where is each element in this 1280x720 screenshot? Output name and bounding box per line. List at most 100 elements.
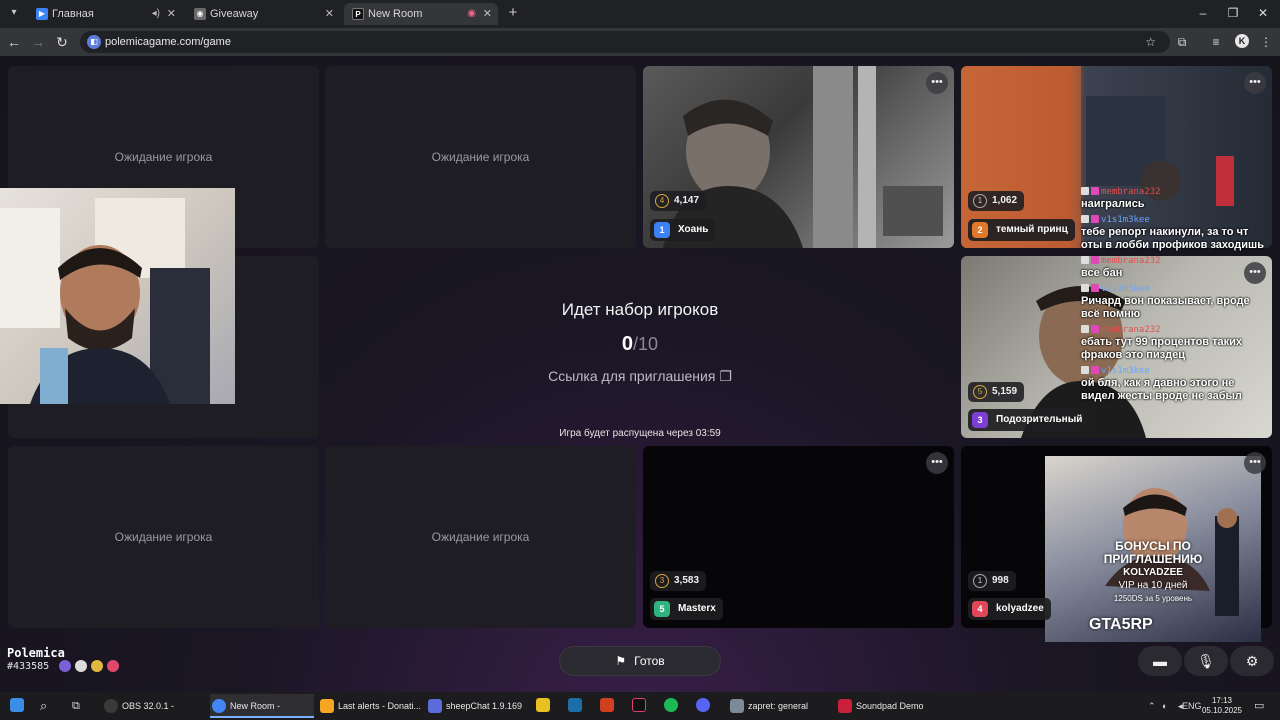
clock[interactable]: 17:13 05.10.2025 (1200, 696, 1244, 716)
player-4-more-button[interactable]: ••• (1244, 452, 1266, 474)
browser-menu-icon[interactable]: ⋮ (1258, 33, 1274, 51)
player-3-score: 5 5,159 (968, 382, 1025, 402)
score-value: 4,147 (674, 195, 700, 206)
player-number: 2 (972, 222, 988, 238)
badge-icon (1081, 256, 1089, 264)
spotify-icon[interactable] (664, 698, 678, 712)
chat-username: v1s1m3kee (1081, 214, 1267, 226)
clock-time: 17:13 (1211, 696, 1233, 705)
invite-link-button[interactable]: Ссылка для приглашения ❐ (520, 368, 760, 385)
rank-icon: 1 (973, 574, 987, 588)
flag-icon: ⚑ (615, 654, 627, 668)
heart-badge-icon (107, 660, 119, 672)
player-2-more-button[interactable]: ••• (1244, 72, 1266, 94)
chat-username: v1s1m3kee (1081, 365, 1267, 377)
new-tab-button[interactable]: + (506, 4, 520, 22)
tab-new-room[interactable]: P New Room ◉ ✕ (344, 3, 498, 25)
player-5-nametag[interactable]: 5 Masterx (650, 598, 723, 620)
discord-icon: ◉ (194, 8, 206, 20)
settings-button[interactable]: ⚙ (1230, 646, 1274, 676)
close-tab-icon[interactable]: ✕ (325, 3, 334, 25)
tab-glavnaya[interactable]: ▶ Главная ◂) ✕ (28, 3, 182, 25)
player-name: темный принц (996, 224, 1068, 235)
promo-line3: KOLYADZEE (1123, 567, 1183, 578)
media-controls-icon[interactable]: ≡ (1208, 33, 1224, 51)
language-indicator[interactable]: ENG (1182, 692, 1202, 720)
tab-search-menu-icon[interactable]: ▾ (6, 5, 22, 21)
profile-avatar[interactable]: K (1235, 34, 1249, 48)
mic-toggle-button[interactable]: 🎙 (1184, 646, 1228, 676)
url-text: polemicagame.com/game (105, 36, 231, 48)
invite-label: Ссылка для приглашения (548, 368, 716, 384)
tiktok-icon[interactable] (632, 698, 646, 712)
player-1-nametag[interactable]: 1 Хоань (650, 219, 716, 241)
score-value: 998 (992, 575, 1009, 586)
reload-icon[interactable]: ↻ (54, 33, 70, 51)
chat-message: ой бля, как я давно этого не видел жесты… (1081, 377, 1242, 402)
back-icon[interactable]: ← (6, 33, 22, 51)
copy-icon[interactable]: ❐ (719, 368, 732, 384)
stream-chat-overlay: membrana232 наигрались v1s1m3kee тебе ре… (1081, 186, 1267, 406)
heart-badge-icon (1091, 325, 1099, 333)
player-3-nametag[interactable]: 3 Подозрительный (968, 409, 1090, 431)
camera-toggle-button[interactable]: ▬ (1138, 646, 1182, 676)
rank-icon: 3 (655, 574, 669, 588)
taskbar-zapret[interactable]: zapret: general (728, 694, 832, 718)
empty-slot: Ожидание игрока (8, 446, 319, 628)
achievement-badge-icon (75, 660, 87, 672)
taskbar-soundpad[interactable]: Soundpad Demo (836, 694, 940, 718)
chrome-icon (212, 699, 226, 713)
heart-badge-icon (1091, 187, 1099, 195)
player-5-more-button[interactable]: ••• (926, 452, 948, 474)
speaker-icon[interactable]: ◂) (152, 3, 160, 25)
chat-username: membrana232 (1081, 255, 1267, 267)
player-count-total: /10 (633, 334, 659, 354)
task-view-icon[interactable]: ⧉ (72, 692, 80, 720)
chat-username: membrana232 (1081, 324, 1267, 336)
taskbar-sheepchat[interactable]: sheepChat 1.9.169 ... (426, 694, 530, 718)
ready-button[interactable]: ⚑ Готов (559, 646, 721, 676)
bookmark-star-icon[interactable]: ☆ (1145, 31, 1156, 53)
tab-giveaway[interactable]: ◉ Giveaway ✕ (186, 3, 340, 25)
settings-icon: ⚙ (1245, 653, 1259, 669)
notifications-icon[interactable]: ▭ (1254, 692, 1264, 720)
extensions-icon[interactable]: ⧉ (1174, 33, 1190, 51)
close-tab-icon[interactable]: ✕ (167, 3, 176, 25)
address-bar-row: ← → ↻ ◧ polemicagame.com/game ☆ ⧉ ≡ K ⋮ (0, 28, 1280, 56)
promo-overlay: БОНУСЫ ПО ПРИГЛАШЕНИЮ KOLYADZEE VIP на 1… (1045, 456, 1261, 642)
forward-icon[interactable]: → (30, 33, 46, 51)
rank-icon: 4 (655, 194, 669, 208)
mic-icon: 🎙 (1197, 653, 1215, 669)
taskbar-chrome[interactable]: New Room - Googl... (210, 694, 314, 718)
search-icon[interactable]: ⌕ (40, 692, 47, 720)
player-number: 5 (654, 601, 670, 617)
heart-badge-icon (1091, 366, 1099, 374)
network-icon[interactable]: ◐ (1162, 692, 1167, 720)
taskbar-donationalerts[interactable]: Last alerts - Donati... (318, 694, 422, 718)
recording-icon[interactable]: ◉ (467, 3, 476, 25)
taskbar-obs[interactable]: OBS 32.0.1 - Профи... (102, 694, 206, 718)
player-4-nametag[interactable]: 4 kolyadzee (968, 598, 1051, 620)
tray-chevron-icon[interactable]: ⌃ (1148, 692, 1156, 720)
app-icon[interactable] (600, 698, 614, 712)
tab-label: Главная (52, 8, 94, 20)
player-2-nametag[interactable]: 2 темный принц (968, 219, 1075, 241)
promo-line2: ПРИГЛАШЕНИЮ (1103, 552, 1203, 566)
player-1-more-button[interactable]: ••• (926, 72, 948, 94)
browser-tab-bar: ▾ ▶ Главная ◂) ✕ ◉ Giveaway ✕ P New Room… (0, 0, 1280, 28)
url-field[interactable]: ◧ polemicagame.com/game ☆ (80, 31, 1170, 53)
promo-text: БОНУСЫ ПО ПРИГЛАШЕНИЮ KOLYADZEE VIP на 1… (1045, 540, 1261, 605)
start-icon[interactable] (10, 698, 24, 712)
donationalerts-icon (320, 699, 334, 713)
close-window-icon[interactable]: ✕ (1252, 3, 1274, 23)
soundpad-icon (838, 699, 852, 713)
minimize-icon[interactable]: – (1192, 3, 1214, 23)
close-tab-icon[interactable]: ✕ (483, 3, 492, 25)
steam-icon[interactable] (568, 698, 582, 712)
restore-icon[interactable]: ❐ (1222, 3, 1244, 23)
site-info-icon[interactable]: ◧ (87, 35, 101, 49)
app-icon[interactable] (536, 698, 550, 712)
discord-icon[interactable] (696, 698, 710, 712)
player-5-score: 3 3,583 (650, 571, 707, 591)
player-name: Подозрительный (996, 414, 1083, 425)
